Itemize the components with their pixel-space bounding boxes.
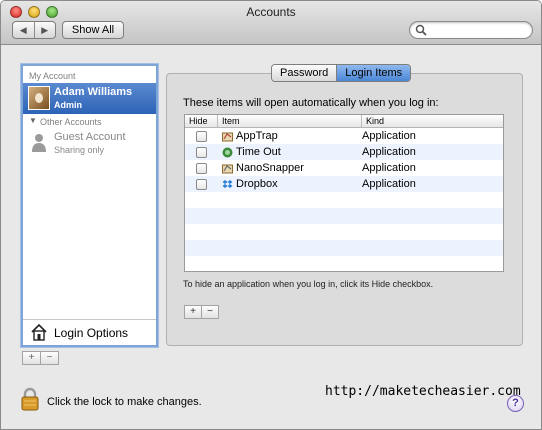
empty-row <box>185 208 503 224</box>
table-row[interactable]: NanoSnapper Application <box>185 160 503 176</box>
hide-checkbox[interactable] <box>196 130 207 142</box>
hide-checkbox[interactable] <box>196 162 207 174</box>
guest-account-subtitle: Sharing only <box>54 145 105 155</box>
column-header-item[interactable]: Item <box>218 115 362 127</box>
item-name: Time Out <box>236 146 281 158</box>
other-accounts-header: Other Accounts <box>40 117 102 127</box>
lock-message: Click the lock to make changes. <box>47 396 202 408</box>
add-account-button[interactable]: + <box>23 352 40 364</box>
account-row-current-user[interactable]: Adam Williams Admin <box>23 83 156 114</box>
login-options-label: Login Options <box>54 326 129 340</box>
accounts-window: Accounts ◀ ▶ Show All My Account Adam Wi… <box>0 0 542 430</box>
accounts-list[interactable]: My Account Adam Williams Admin ▼ Other A… <box>21 64 158 347</box>
title-bar: Accounts ◀ ▶ Show All <box>1 1 541 45</box>
lock-icon[interactable] <box>21 387 39 411</box>
person-silhouette-icon <box>32 134 46 152</box>
login-item-add-remove: + − <box>184 305 219 319</box>
apptrap-icon <box>222 132 233 141</box>
item-kind: Application <box>362 162 416 174</box>
forward-button[interactable]: ▶ <box>33 22 56 38</box>
item-name: NanoSnapper <box>236 162 304 174</box>
back-button[interactable]: ◀ <box>13 22 34 38</box>
show-all-button[interactable]: Show All <box>62 21 124 39</box>
search-icon <box>415 24 427 36</box>
disclosure-triangle-icon[interactable]: ▼ <box>29 116 37 125</box>
window-title: Accounts <box>246 5 296 19</box>
timeout-icon <box>222 147 233 157</box>
empty-row <box>185 256 503 271</box>
login-items-intro: These items will open automatically when… <box>183 97 439 109</box>
column-header-hide[interactable]: Hide <box>185 115 218 127</box>
table-row[interactable]: Dropbox Application <box>185 176 503 192</box>
item-name: AppTrap <box>236 130 278 142</box>
my-account-header: My Account <box>29 71 76 81</box>
hide-hint: To hide an application when you log in, … <box>183 279 434 289</box>
empty-row <box>185 224 503 240</box>
house-icon <box>31 323 47 341</box>
login-items-table[interactable]: Hide Item Kind AppTrap Application Time … <box>184 114 504 272</box>
table-header: Hide Item Kind <box>185 115 503 128</box>
guest-account-name[interactable]: Guest Account <box>54 131 126 143</box>
remove-login-item-button[interactable]: − <box>201 306 218 318</box>
item-name: Dropbox <box>236 178 278 190</box>
user-avatar <box>28 86 50 110</box>
user-role: Admin <box>54 100 82 110</box>
navigation-buttons: ◀ ▶ <box>12 21 56 39</box>
login-options-item[interactable]: Login Options <box>23 319 156 345</box>
nanosnapper-icon <box>222 164 233 173</box>
hide-checkbox[interactable] <box>196 146 207 158</box>
hide-checkbox[interactable] <box>196 178 207 190</box>
tab-password[interactable]: Password <box>272 65 337 81</box>
column-header-kind[interactable]: Kind <box>362 115 503 127</box>
add-login-item-button[interactable]: + <box>185 306 201 318</box>
empty-row <box>185 240 503 256</box>
dropbox-icon <box>222 179 233 188</box>
table-row[interactable]: Time Out Application <box>185 144 503 160</box>
remove-account-button[interactable]: − <box>40 352 58 364</box>
item-kind: Application <box>362 130 416 142</box>
tab-bar: Password Login Items <box>271 64 412 82</box>
tab-login-items[interactable]: Login Items <box>336 65 411 81</box>
account-add-remove: + − <box>22 351 59 365</box>
table-row[interactable]: AppTrap Application <box>185 128 503 144</box>
item-kind: Application <box>362 146 416 158</box>
watermark-text: http://maketecheasier.com <box>325 384 521 399</box>
empty-row <box>185 192 503 208</box>
user-name: Adam Williams <box>54 86 133 98</box>
item-kind: Application <box>362 178 416 190</box>
search-field[interactable] <box>409 21 533 39</box>
help-button[interactable]: ? <box>507 395 524 412</box>
